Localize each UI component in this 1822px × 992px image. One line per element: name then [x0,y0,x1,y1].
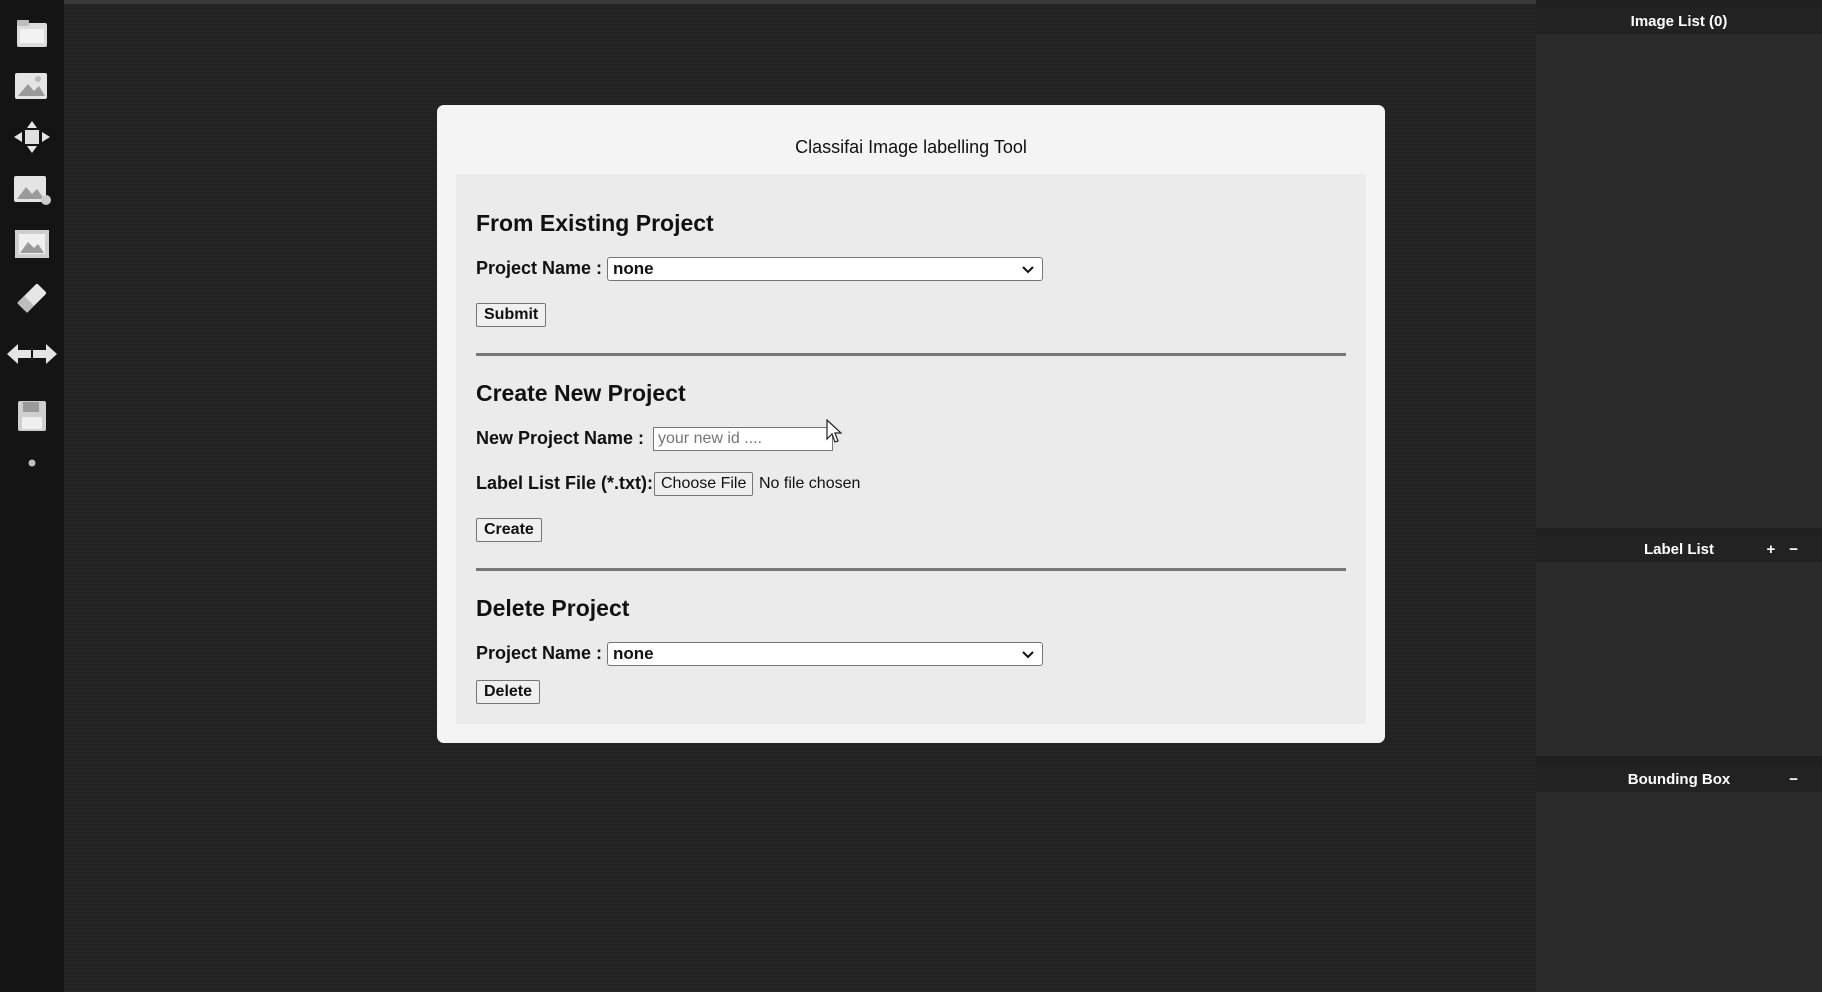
create-project-heading: Create New Project [476,380,686,406]
top-border [64,0,1536,4]
image-icon[interactable] [10,168,54,212]
label-list-title: Label List [1643,540,1714,558]
existing-project-select-value: none [613,259,654,278]
create-button[interactable]: Create [476,518,542,542]
submit-button[interactable]: Submit [476,303,547,327]
chevron-down-icon [1022,651,1034,659]
bounding-box-title: Bounding Box [1627,770,1731,788]
move-icon[interactable] [10,115,54,159]
left-toolbar [0,0,64,992]
delete-project-select[interactable]: none [607,642,1043,666]
mouse-cursor-icon [826,419,842,443]
chevron-down-icon [1022,266,1034,274]
new-project-name-input[interactable] [653,427,833,451]
image-list-body[interactable] [1536,34,1822,528]
delete-project-heading: Delete Project [476,595,630,621]
label-list-header: Label List + − [1536,536,1822,562]
bounding-box-panel: Bounding Box − [1536,766,1822,992]
file-status-text: No file chosen [759,475,861,492]
new-project-name-label: New Project Name : [476,428,645,448]
dialog-content: From Existing Project Project Name : non… [456,174,1366,724]
existing-project-heading: From Existing Project [476,210,714,236]
label-list-panel: Label List + − [1536,536,1822,756]
arrow-right-icon[interactable] [32,341,58,367]
choose-file-button[interactable]: Choose File [654,472,754,496]
prev-next-arrows [0,332,64,376]
dialog-title: Classifai Image labelling Tool [795,137,1027,157]
arrow-left-icon[interactable] [6,341,32,367]
delete-button[interactable]: Delete [476,680,541,704]
remove-bounding-box-button[interactable]: − [1789,771,1798,788]
existing-project-select[interactable]: none [607,257,1043,281]
delete-project-name-label: Project Name : [476,643,603,663]
delete-project-select-value: none [613,644,654,663]
bounding-box-body[interactable] [1536,792,1822,992]
image-list-panel: Image List (0) [1536,8,1822,528]
folder-icon[interactable] [10,12,54,56]
label-list-body[interactable] [1536,562,1822,756]
image-import-icon[interactable] [10,64,54,108]
existing-project-name-label: Project Name : [476,258,603,278]
eraser-icon[interactable] [10,276,54,320]
section-divider [476,353,1346,356]
image-list-title: Image List (0) [1630,12,1728,30]
save-icon[interactable] [10,394,54,438]
label-list-file-label: Label List File (*.txt): [476,473,654,493]
section-divider [476,568,1346,571]
dot-icon[interactable] [10,441,54,485]
add-label-button[interactable]: + [1766,541,1775,558]
image-list-header: Image List (0) [1536,8,1822,34]
image-frame-icon[interactable] [10,222,54,266]
remove-label-button[interactable]: − [1789,541,1798,558]
project-dialog: Classifai Image labelling Tool From Exis… [437,105,1385,743]
bounding-box-header: Bounding Box − [1536,766,1822,792]
